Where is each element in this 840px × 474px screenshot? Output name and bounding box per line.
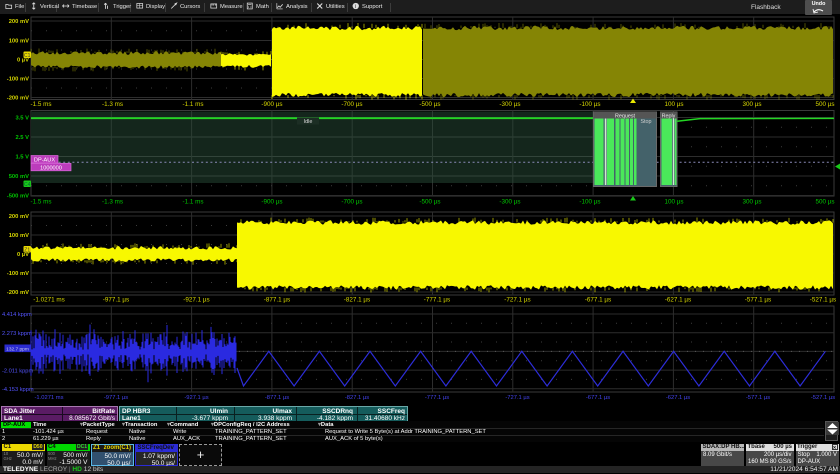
svg-text:-727.1 µs: -727.1 µs	[505, 395, 529, 401]
svg-text:300 µs: 300 µs	[742, 101, 761, 108]
svg-text:-827.1 µs: -827.1 µs	[345, 395, 369, 401]
svg-text:-2.011 kppm: -2.011 kppm	[2, 368, 33, 374]
svg-text:200 mV: 200 mV	[9, 214, 29, 220]
svg-text:0 µV: 0 µV	[17, 252, 29, 258]
svg-text:-577.1 µs: -577.1 µs	[745, 297, 771, 304]
svg-text:-1.5 ms: -1.5 ms	[31, 101, 52, 108]
svg-text:-500 µs: -500 µs	[419, 199, 440, 206]
svg-text:-827.1 µs: -827.1 µs	[344, 297, 370, 304]
svg-text:-877.1 µs: -877.1 µs	[264, 297, 290, 304]
svg-text:-100 mV: -100 mV	[7, 271, 29, 277]
svg-text:-1.1 ms: -1.1 ms	[183, 101, 204, 108]
svg-text:132.7 ppm: 132.7 ppm	[6, 347, 29, 353]
svg-text:-100 mV: -100 mV	[7, 77, 29, 83]
svg-text:-900 µs: -900 µs	[261, 101, 282, 108]
svg-text:-927.1 µs: -927.1 µs	[184, 395, 208, 401]
svg-text:DP-AUX: DP-AUX	[34, 158, 55, 164]
svg-text:-727.1 µs: -727.1 µs	[504, 297, 530, 304]
svg-text:-900 µs: -900 µs	[261, 199, 282, 206]
svg-text:100 µs: 100 µs	[664, 199, 683, 206]
svg-text:-777.1 µs: -777.1 µs	[424, 297, 450, 304]
svg-text:500 µs: 500 µs	[815, 199, 834, 206]
svg-text:-300 µs: -300 µs	[499, 199, 520, 206]
svg-text:-1.3 ms: -1.3 ms	[102, 101, 123, 108]
svg-text:-500 mV: -500 mV	[7, 194, 29, 200]
svg-text:-500 µs: -500 µs	[419, 101, 440, 108]
svg-text:2.273 kppm: 2.273 kppm	[2, 331, 32, 337]
svg-text:-1.1 ms: -1.1 ms	[183, 199, 204, 206]
svg-text:3.5 V: 3.5 V	[15, 116, 29, 122]
svg-text:-1.3 ms: -1.3 ms	[102, 199, 123, 206]
svg-text:300 µs: 300 µs	[742, 199, 761, 206]
svg-text:100 µs: 100 µs	[664, 101, 683, 108]
svg-text:-1.0271 ms: -1.0271 ms	[33, 297, 65, 304]
svg-text:200 mV: 200 mV	[9, 19, 29, 25]
svg-text:i: i	[355, 3, 356, 9]
svg-text:-1.0271 ms: -1.0271 ms	[35, 395, 64, 401]
svg-text:1.5 V: 1.5 V	[15, 155, 29, 161]
svg-text:Request: Request	[615, 114, 636, 120]
svg-text:1000000: 1000000	[40, 165, 62, 171]
svg-text:-627.1 µs: -627.1 µs	[666, 395, 690, 401]
svg-text:-300 µs: -300 µs	[499, 101, 520, 108]
svg-text:Stop: Stop	[640, 119, 651, 125]
svg-text:-977.1 µs: -977.1 µs	[104, 395, 128, 401]
svg-text:Idle: Idle	[304, 119, 313, 125]
svg-text:-100 µs: -100 µs	[579, 199, 600, 206]
svg-text:-677.1 µs: -677.1 µs	[585, 297, 611, 304]
svg-text:C4: C4	[24, 182, 31, 188]
svg-text:100 mV: 100 mV	[9, 39, 29, 45]
svg-text:-200 mV: -200 mV	[7, 290, 29, 296]
svg-text:4.414 kppm: 4.414 kppm	[2, 312, 32, 318]
svg-text:-4.153 kppm: -4.153 kppm	[2, 387, 34, 393]
svg-text:-977.1 µs: -977.1 µs	[103, 297, 129, 304]
svg-text:-1.5 ms: -1.5 ms	[31, 199, 52, 206]
svg-text:-927.1 µs: -927.1 µs	[183, 297, 209, 304]
svg-text:500 µs: 500 µs	[815, 101, 834, 108]
svg-text:-877.1 µs: -877.1 µs	[265, 395, 289, 401]
svg-text:Reply: Reply	[662, 114, 676, 120]
svg-text:-100 µs: -100 µs	[579, 101, 600, 108]
svg-text:500 mV: 500 mV	[9, 174, 29, 180]
svg-text:-527.1 µs: -527.1 µs	[810, 297, 836, 304]
svg-text:-777.1 µs: -777.1 µs	[425, 395, 449, 401]
svg-text:-200 mV: -200 mV	[7, 96, 29, 102]
svg-text:-627.1 µs: -627.1 µs	[665, 297, 691, 304]
svg-text:2.5 V: 2.5 V	[15, 135, 29, 141]
svg-text:-700 µs: -700 µs	[341, 199, 362, 206]
svg-text:0 µV: 0 µV	[17, 58, 29, 64]
svg-text:-700 µs: -700 µs	[341, 101, 362, 108]
svg-text:-677.1 µs: -677.1 µs	[586, 395, 610, 401]
svg-text:100 mV: 100 mV	[9, 233, 29, 239]
svg-text:-527.1 µs: -527.1 µs	[811, 395, 835, 401]
svg-text:-577.1 µs: -577.1 µs	[746, 395, 770, 401]
